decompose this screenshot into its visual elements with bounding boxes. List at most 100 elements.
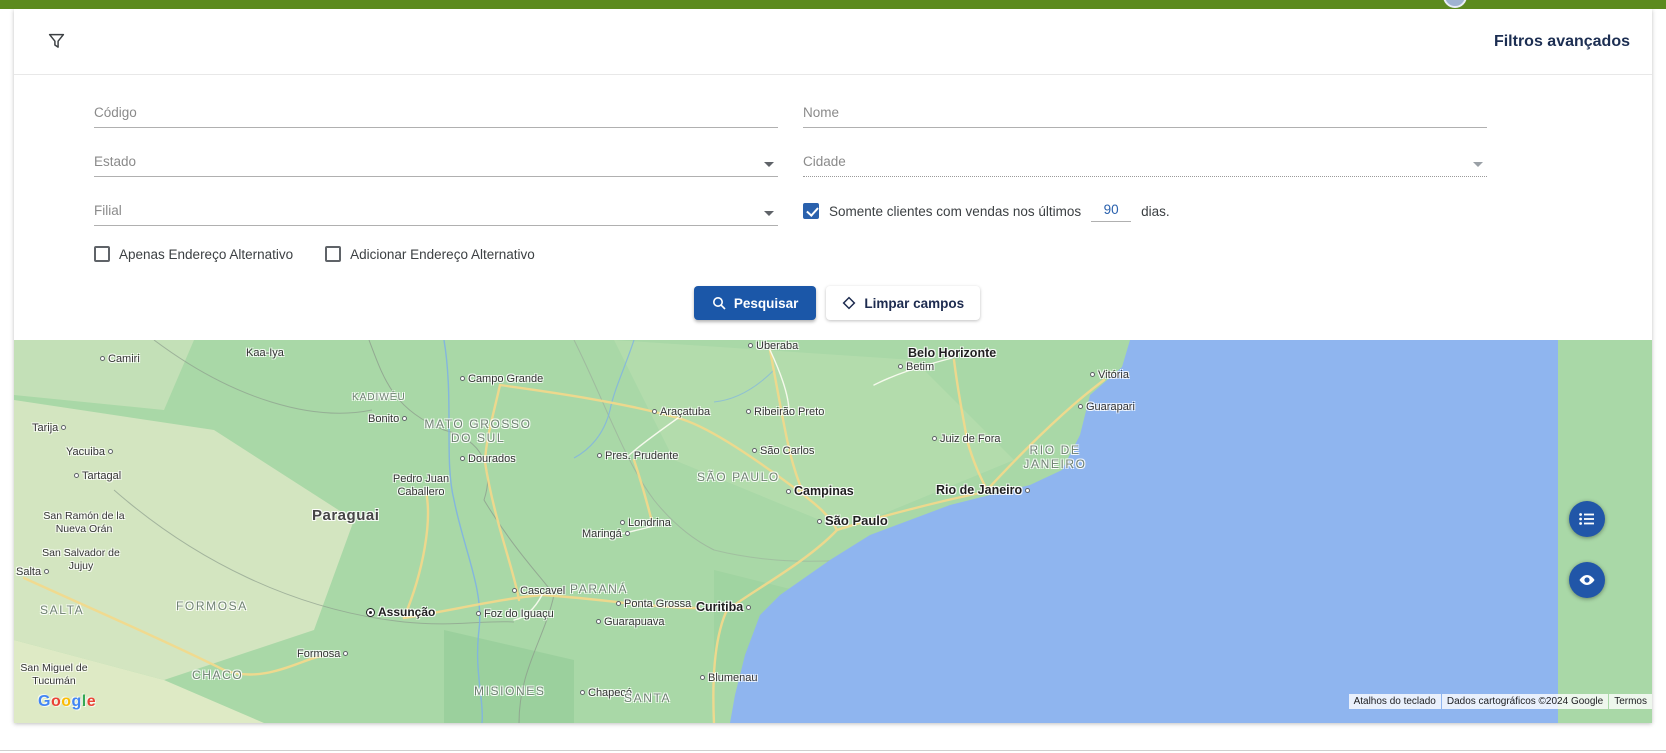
map-attribution: Atalhos do teclado Dados cartográficos ©… [1348, 694, 1652, 709]
google-map[interactable]: Camiri Kaa-Iya Uberaba Belo Horizonte Be… [14, 340, 1652, 723]
city-dot [580, 690, 585, 695]
chevron-down-icon [764, 211, 774, 216]
map-label: Blumenau [700, 672, 758, 684]
map-label: MATO GROSSO DO SUL [412, 417, 544, 446]
keyboard-shortcuts-link[interactable]: Atalhos do teclado [1349, 694, 1441, 709]
filter-funnel-icon[interactable] [48, 33, 65, 50]
map-label: SALTA [40, 603, 84, 617]
map-label: San Miguel de Tucumán [14, 662, 94, 687]
map-label: Maringá [582, 528, 630, 540]
city-dot [1078, 404, 1083, 409]
map-label: SÃO PAULO [697, 470, 780, 484]
map-label: Araçatuba [652, 406, 710, 418]
city-dot [700, 675, 705, 680]
city-dot [620, 520, 625, 525]
map-label: Tartagal [74, 470, 121, 482]
map-visibility-fab[interactable] [1569, 562, 1605, 598]
city-dot [597, 453, 602, 458]
page-title: Filtros avançados [1494, 33, 1630, 51]
limpar-campos-button[interactable]: Limpar campos [826, 286, 980, 320]
map-label: Campinas [786, 484, 854, 498]
google-logo[interactable]: Google [38, 693, 96, 711]
limpar-campos-label: Limpar campos [864, 296, 964, 311]
map-label: Salta [16, 566, 49, 578]
map-label: Betim [898, 361, 934, 373]
adicionar-endereco-item: Adicionar Endereço Alternativo [325, 246, 535, 262]
filial-select-wrap [94, 197, 778, 226]
city-dot [898, 364, 903, 369]
cidade-select[interactable] [803, 148, 1487, 177]
diamond-eraser-icon [842, 296, 856, 310]
city-dot [460, 456, 465, 461]
map-label: SANTA [624, 691, 671, 705]
map-label: PARANÁ [570, 582, 628, 596]
city-dot [108, 449, 113, 454]
map-label: CHACO [192, 668, 243, 682]
map-label: Camiri [100, 353, 140, 365]
map-label: Pres. Prudente [597, 450, 678, 462]
map-label: Foz do Iguaçu [476, 608, 554, 620]
terms-link[interactable]: Termos [1609, 694, 1652, 709]
map-label: MISIONES [474, 684, 545, 698]
list-icon [1578, 510, 1596, 528]
city-dot [817, 519, 822, 524]
map-label: Guarapari [1078, 401, 1135, 413]
chevron-down-icon [764, 162, 774, 167]
city-dot [343, 651, 348, 656]
cidade-select-wrap [803, 148, 1487, 177]
map-label: São Paulo [817, 513, 888, 528]
vendas-label: Somente clientes com vendas nos últimos [829, 204, 1081, 219]
capital-icon [366, 608, 375, 617]
vendas-checkbox[interactable] [803, 203, 819, 219]
map-label: KADIWÉU [352, 392, 406, 403]
nome-input[interactable] [803, 99, 1487, 128]
adicionar-endereco-checkbox[interactable] [325, 246, 341, 262]
map-label: Dourados [460, 453, 516, 465]
city-dot [61, 425, 66, 430]
pesquisar-button[interactable]: Pesquisar [694, 286, 817, 320]
codigo-input[interactable] [94, 99, 778, 128]
adicionar-endereco-label: Adicionar Endereço Alternativo [350, 247, 535, 262]
filial-select[interactable] [94, 197, 778, 226]
city-dot [596, 619, 601, 624]
city-dot [460, 376, 465, 381]
map-label: Pedro Juan Caballero [382, 473, 460, 499]
map-label: Ponta Grossa [616, 598, 691, 610]
city-dot [746, 605, 751, 610]
map-list-fab[interactable] [1569, 501, 1605, 537]
eye-icon [1578, 571, 1596, 589]
vendas-filter-row: Somente clientes com vendas nos últimos … [803, 197, 1487, 225]
map-label: Formosa [297, 648, 348, 660]
city-dot [402, 416, 407, 421]
avatar[interactable] [1443, 0, 1467, 8]
map-label: San Ramón de la Nueva Orán [40, 510, 128, 535]
city-dot [476, 611, 481, 616]
map-label: Vitória [1090, 369, 1129, 381]
map-data-text: Dados cartográficos ©2024 Google [1442, 694, 1608, 709]
map-label: San Salvador de Jujuy [40, 547, 122, 572]
estado-select-wrap [94, 148, 778, 177]
map-label: Uberaba [748, 340, 798, 352]
map-label: Curitiba [696, 600, 751, 614]
city-dot [100, 356, 105, 361]
top-green-bar [0, 0, 1666, 9]
vendas-days-input[interactable] [1091, 200, 1131, 222]
codigo-field-wrap [94, 99, 778, 128]
city-dot [752, 448, 757, 453]
map-label: Tarija [32, 422, 66, 434]
city-dot [74, 473, 79, 478]
map-terrain [14, 340, 1558, 723]
map-label: Rio de Janeiro [936, 483, 1030, 497]
city-dot [786, 489, 791, 494]
map-label: Juiz de Fora [932, 433, 1001, 445]
map-label: Campo Grande [460, 373, 543, 385]
map-label: Belo Horizonte [908, 346, 996, 360]
estado-select[interactable] [94, 148, 778, 177]
map-label: Assunção [366, 605, 435, 619]
apenas-endereco-checkbox[interactable] [94, 246, 110, 262]
content-card: Filtros avançados [14, 9, 1652, 723]
map-label: Cascavel [512, 585, 565, 597]
page-bottom-divider [0, 750, 1666, 751]
map-label: Yacuiba [66, 446, 113, 458]
city-dot [1090, 372, 1095, 377]
